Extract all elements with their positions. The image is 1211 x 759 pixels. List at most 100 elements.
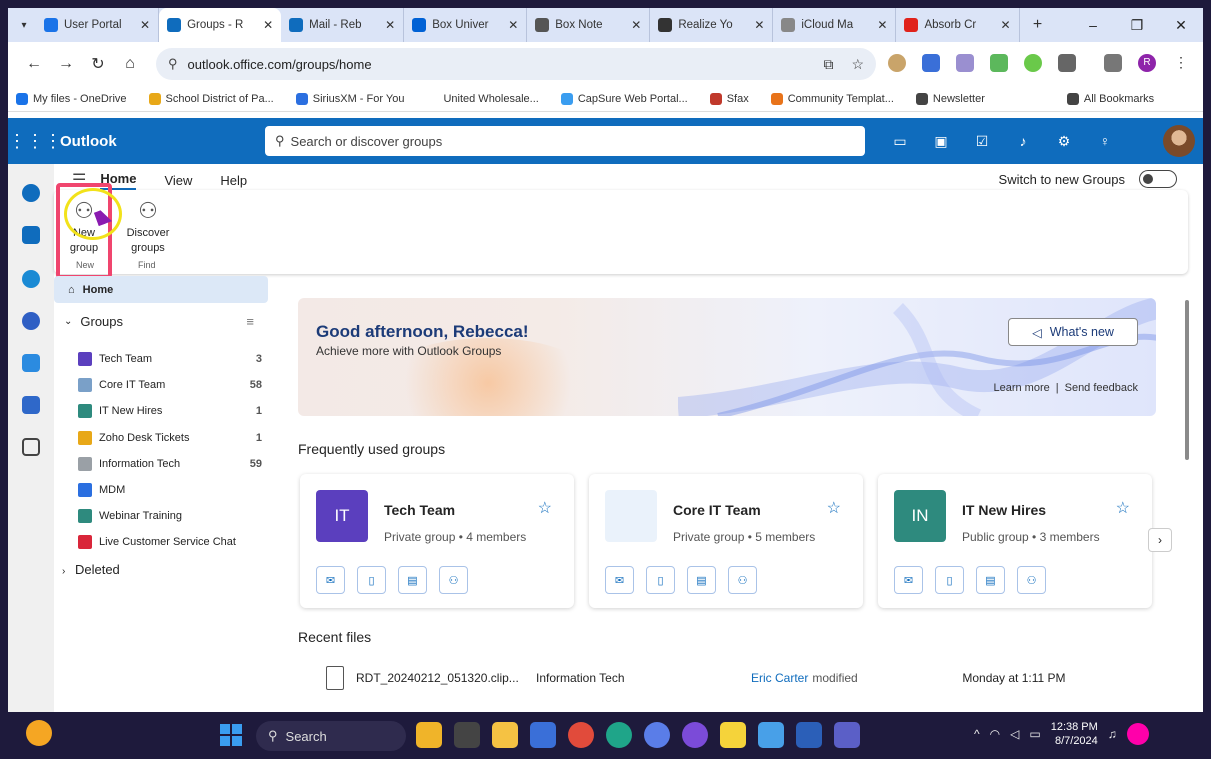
home-icon[interactable]: ⌂ [114,55,146,73]
minimize-button[interactable]: – [1071,8,1115,42]
tab-close-icon[interactable]: ✕ [877,18,887,32]
notepad-icon[interactable] [758,722,784,748]
bookmark-item[interactable]: CapSure Web Portal... [560,92,688,105]
browser-tab[interactable]: Mail - Reb ✕ [281,8,405,42]
chrome-icon[interactable] [568,722,594,748]
browser-tab[interactable]: User Portal ✕ [36,8,160,42]
group-nav-item[interactable]: Information Tech 59 [78,456,268,471]
bookmark-item[interactable]: United Wholesale... [426,92,539,105]
bookmark-star-icon[interactable]: ☆ [851,56,864,73]
app-launcher-icon[interactable]: ⋮⋮⋮ [8,131,62,152]
group-notebook-icon[interactable]: ▤ [687,566,716,594]
teams-chat-icon[interactable]: ▭ [888,126,912,156]
bookmark-item[interactable]: Community Templat... [770,92,894,105]
group-nav-item[interactable]: Zoho Desk Tickets 1 [78,430,268,445]
taskbar-search[interactable]: ⚲ Search [256,721,406,751]
install-app-icon[interactable]: ⧉ [823,56,833,73]
clock[interactable]: 12:38 PM 8/7/2024 [1051,720,1098,748]
favorite-star-icon[interactable]: ☆ [827,498,841,518]
group-members-icon[interactable]: ⚇ [728,566,757,594]
group-nav-item[interactable]: Webinar Training [78,509,268,524]
discover-groups-button[interactable]: ⚇ Discover groups [124,196,172,256]
extension-shield-icon[interactable] [990,54,1008,72]
group-nav-item[interactable]: MDM [78,483,268,497]
terminal-icon[interactable] [454,722,480,748]
notifications-bell-icon[interactable]: ♪ [1011,126,1035,156]
office-icon[interactable]: ▣ [929,126,953,156]
app-icon[interactable] [644,722,670,748]
extension-refresh-icon[interactable] [1024,54,1042,72]
browser-tab[interactable]: iCloud Ma ✕ [773,8,897,42]
extension-printer-icon[interactable] [956,54,974,72]
tab-close-icon[interactable]: ✕ [1000,18,1010,32]
wifi-icon[interactable]: ◠ [990,727,1000,741]
teams-icon[interactable] [22,396,40,414]
group-nav-item[interactable]: Tech Team 3 [78,352,268,366]
edge-icon[interactable] [606,722,632,748]
group-notebook-icon[interactable]: ▤ [398,566,427,594]
battery-icon[interactable]: ▭ [1029,727,1040,741]
site-info-icon[interactable]: ⚲ [168,56,178,72]
new-tab-button[interactable]: + [1026,13,1050,37]
bookmark-item[interactable]: All Bookmarks [1066,92,1154,105]
bookmark-item[interactable]: SiriusXM - For You [295,92,404,105]
group-card[interactable]: Core IT Team Private group • 5 members ☆ ✉ ▯… [589,474,863,608]
tab-view[interactable]: View [164,173,192,188]
copilot-icon[interactable] [682,722,708,748]
whats-new-button[interactable]: ◁ What's new [1008,318,1138,346]
group-mail-icon[interactable]: ✉ [894,566,923,594]
browser-tab[interactable]: Box Univer ✕ [404,8,528,42]
bookmark-item[interactable]: Sfax [709,92,749,105]
favorite-star-icon[interactable]: ☆ [1116,498,1130,518]
bookmark-item[interactable]: My files - OneDrive [16,92,127,105]
groups-section-header[interactable]: ⌄ Groups ≡ [54,314,268,329]
mail-icon[interactable] [22,184,40,202]
back-icon[interactable]: ← [18,55,50,73]
group-nav-item[interactable]: Live Customer Service Chat [78,535,268,550]
next-arrow-button[interactable]: › [1148,528,1172,552]
folder-icon[interactable] [492,722,518,748]
browser-tab[interactable]: Groups - R ✕ [159,8,282,42]
settings-gear-icon[interactable]: ⚙ [1052,126,1076,156]
tab-close-icon[interactable]: ✕ [263,18,273,32]
extension-grid-icon[interactable] [922,54,940,72]
group-mail-icon[interactable]: ✉ [316,566,345,594]
groups-search-input[interactable]: ⚲ Search or discover groups [265,126,865,156]
word-icon[interactable] [796,722,822,748]
my-day-icon[interactable]: ☑ [970,126,994,156]
send-feedback-link[interactable]: Send feedback [1065,382,1138,394]
weather-widget-icon[interactable] [26,720,52,746]
group-mail-icon[interactable]: ✉ [605,566,634,594]
more-apps-icon[interactable] [22,438,40,456]
filter-icon[interactable]: ≡ [246,314,254,329]
copilot-pre-icon[interactable] [1126,723,1149,745]
toggle-switch[interactable] [1139,170,1177,188]
calendar-icon[interactable] [22,226,40,244]
profile-avatar[interactable]: R [1138,54,1156,72]
tab-search-chevron-icon[interactable]: ▾ [12,13,36,37]
close-window-button[interactable]: ✕ [1159,8,1203,42]
group-card-name[interactable]: Core IT Team [673,502,761,518]
tab-help[interactable]: Help [220,173,247,188]
forward-icon[interactable]: → [50,55,82,73]
people-icon[interactable] [22,270,40,288]
group-members-icon[interactable]: ⚇ [1017,566,1046,594]
group-card-name[interactable]: Tech Team [384,502,455,518]
chevron-up-icon[interactable]: ^ [974,727,980,741]
nav-home[interactable]: ⌂ Home [54,276,268,303]
tab-close-icon[interactable]: ✕ [508,18,518,32]
group-card[interactable]: IN IT New Hires Public group • 3 members ☆ ✉… [878,474,1152,608]
volume-icon[interactable]: ◁ [1010,727,1019,741]
group-nav-item[interactable]: IT New Hires 1 [78,404,268,419]
restore-button[interactable]: ❐ [1115,8,1159,42]
cast-icon[interactable] [1104,54,1122,72]
bookmark-item[interactable]: School District of Pa... [148,92,274,105]
browser-tab[interactable]: Realize Yo ✕ [650,8,774,42]
url-bar[interactable]: ⚲ outlook.office.com/groups/home ⧉ ☆ [156,48,876,80]
learn-more-link[interactable]: Learn more [993,382,1049,394]
tab-close-icon[interactable]: ✕ [631,18,641,32]
page-scrollbar[interactable] [1185,300,1189,460]
group-card[interactable]: IT Tech Team Private group • 4 members ☆ ✉ ▯ ▤… [300,474,574,608]
todo-icon[interactable] [22,354,40,372]
teams-icon[interactable] [834,722,860,748]
